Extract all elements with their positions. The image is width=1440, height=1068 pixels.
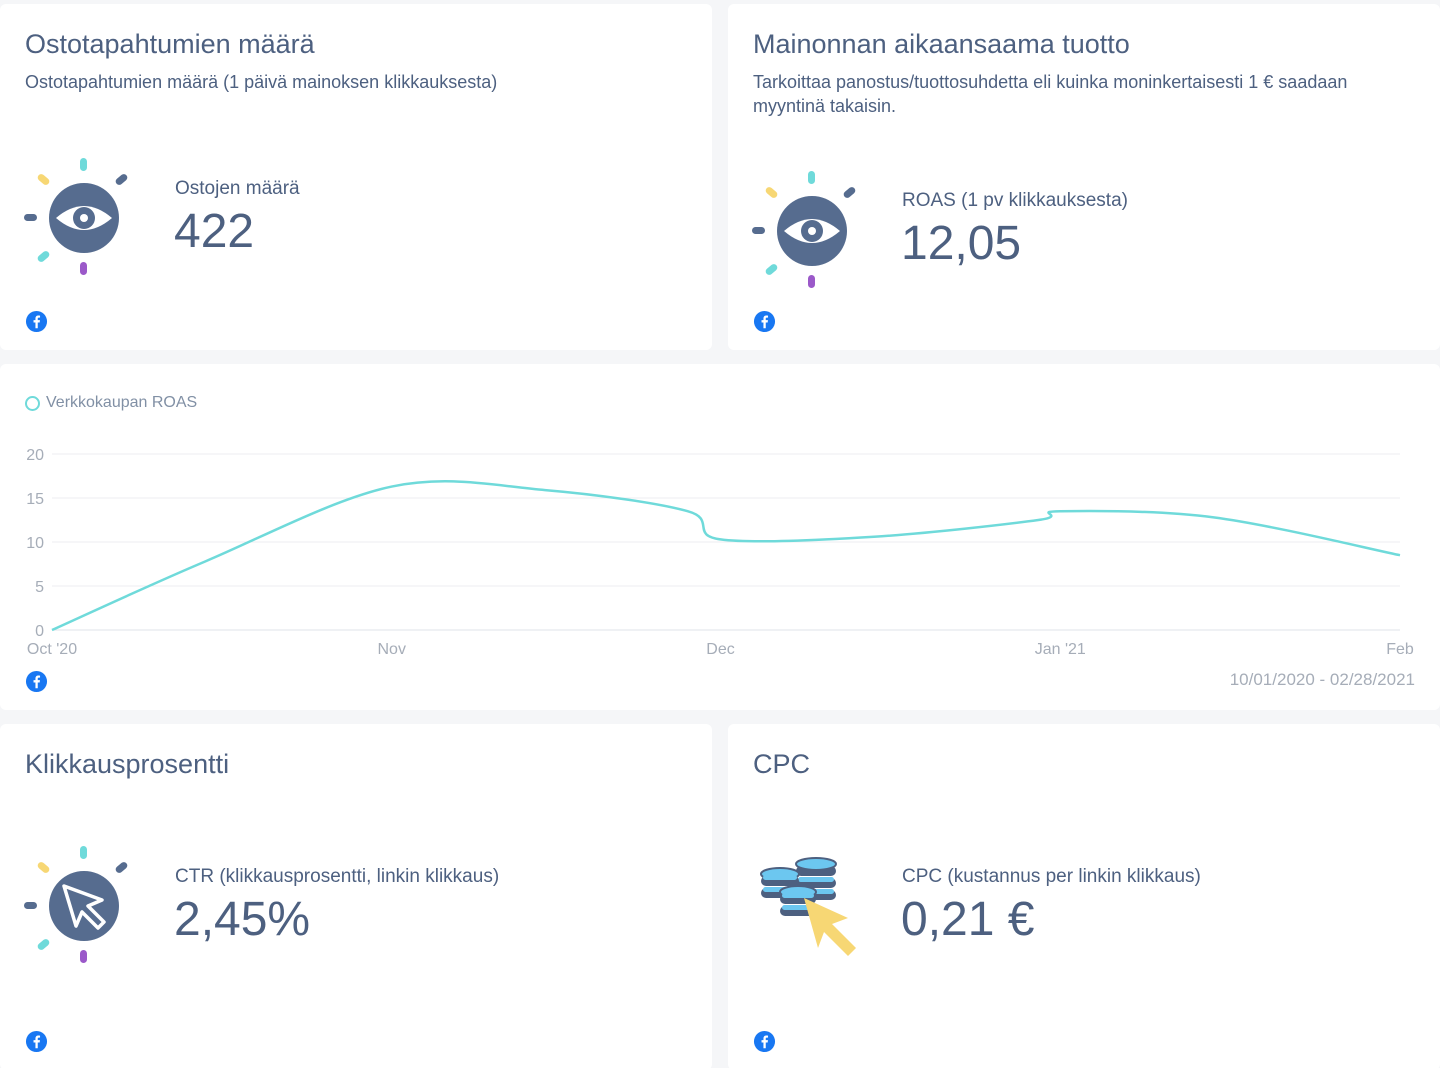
card-title: Mainonnan aikaansaama tuotto [753,29,1130,59]
coins-cursor-icon [758,852,868,967]
card-title: Klikkausprosentti [25,749,230,779]
facebook-icon [753,1030,776,1053]
cursor-click-icon [20,844,148,977]
x-tick-label: Jan '21 [1035,641,1086,658]
y-tick-label: 10 [26,535,44,552]
metric-value: 422 [174,205,255,258]
y-tick-label: 15 [26,491,44,508]
roas-line-chart[interactable]: 0 5 10 15 20 Oct '20 Nov Dec Jan '21 Feb [0,424,1440,724]
purchases-card: Ostotapahtumien määrä Ostotapahtumien mä… [0,4,712,350]
metric-label: CTR (klikkausprosentti, linkin klikkaus) [175,866,500,887]
legend-marker [25,395,40,411]
x-tick-label: Feb [1386,641,1414,658]
y-tick-label: 20 [26,447,44,464]
eye-icon [748,169,876,302]
card-title: CPC [753,749,811,779]
series-line [51,480,1401,632]
cpc-card: CPC CPC (kustannus per linkin klikkaus) … [728,724,1440,1068]
facebook-icon [25,1030,48,1053]
eye-icon [20,156,148,289]
facebook-icon [25,670,48,693]
metric-label: Ostojen määrä [175,178,300,199]
facebook-icon [25,310,48,333]
chart-legend[interactable]: Verkkokaupan ROAS [25,394,197,412]
y-tick-label: 5 [35,579,44,596]
card-subtitle: Tarkoittaa panostus/tuottosuhdetta eli k… [753,72,1348,116]
roas-chart-card: Verkkokaupan ROAS 0 5 10 15 20 Oct '20 Nov Dec… [0,364,1440,710]
metric-value: 2,45% [174,893,311,946]
y-tick-label: 0 [35,623,44,640]
card-title: Ostotapahtumien määrä [25,29,315,59]
roas-card: Mainonnan aikaansaama tuotto Tarkoittaa … [728,4,1440,350]
x-tick-label: Oct '20 [27,641,77,658]
x-tick-label: Dec [706,641,734,658]
legend-label: Verkkokaupan ROAS [46,394,198,411]
x-tick-label: Nov [378,641,406,658]
metric-value: 0,21 € [901,893,1035,946]
ctr-card: Klikkausprosentti CTR (klikkausprosentti… [0,724,712,1068]
facebook-icon [753,310,776,333]
metric-value: 12,05 [901,217,1022,270]
metric-label: ROAS (1 pv klikkauksesta) [902,190,1128,211]
metric-label: CPC (kustannus per linkin klikkaus) [902,866,1201,887]
card-subtitle: Ostotapahtumien määrä (1 päivä mainoksen… [25,72,498,92]
date-range: 10/01/2020 - 02/28/2021 [1229,670,1415,689]
